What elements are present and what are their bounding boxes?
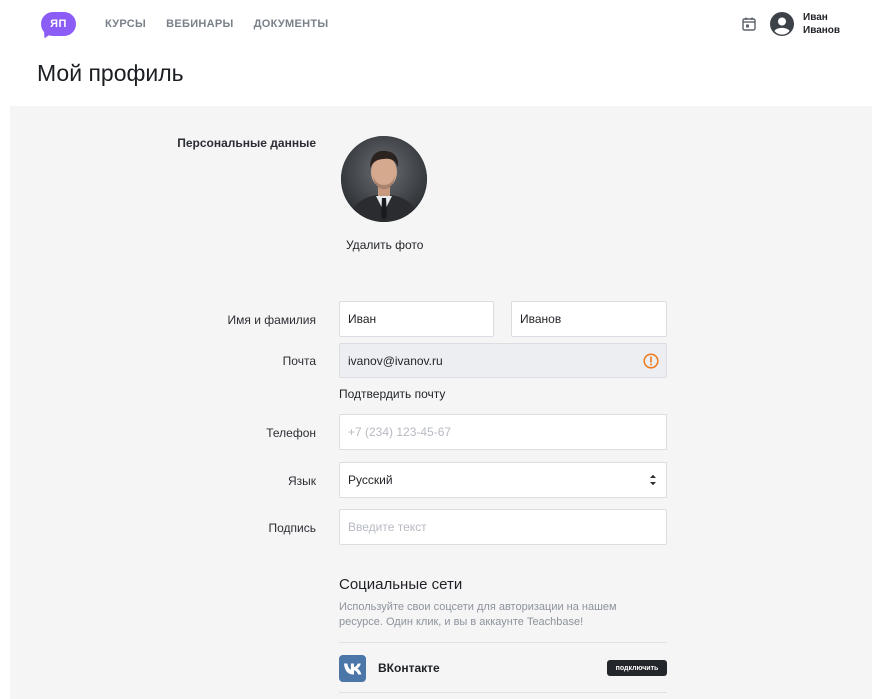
social-divider-top bbox=[339, 642, 667, 643]
signature-input[interactable] bbox=[339, 509, 667, 545]
social-divider-bottom bbox=[339, 692, 667, 693]
name-label: Имя и фамилия bbox=[227, 313, 316, 327]
vk-logo-icon bbox=[343, 663, 361, 674]
warning-icon bbox=[643, 353, 659, 369]
vk-label: ВКонтакте bbox=[378, 661, 440, 675]
first-name-input[interactable] bbox=[339, 301, 494, 337]
nav-item-documents[interactable]: ДОКУМЕНТЫ bbox=[254, 18, 329, 30]
delete-photo-link[interactable]: Удалить фото bbox=[346, 238, 423, 252]
profile-photo-image bbox=[341, 136, 427, 222]
personal-data-label: Персональные данные bbox=[177, 136, 316, 150]
profile-photo[interactable] bbox=[341, 136, 427, 222]
main-nav: КУРСЫ ВЕБИНАРЫ ДОКУМЕНТЫ bbox=[105, 18, 328, 30]
social-description: Используйте свои соцсети для авторизации… bbox=[339, 601, 617, 628]
user-name[interactable]: Иван Иванов bbox=[803, 11, 840, 37]
top-header: ЯП КУРСЫ ВЕБИНАРЫ ДОКУМЕНТЫ Иван Иванов bbox=[0, 0, 872, 50]
signature-label: Подпись bbox=[268, 521, 317, 535]
language-select[interactable]: Русский bbox=[339, 462, 667, 498]
last-name-input[interactable] bbox=[511, 301, 667, 337]
social-title: Социальные сети bbox=[339, 576, 463, 593]
language-select-value: Русский bbox=[339, 462, 667, 498]
email-label: Почта bbox=[282, 354, 316, 368]
select-arrows-icon bbox=[650, 474, 656, 486]
calendar-icon[interactable] bbox=[742, 17, 756, 31]
user-avatar-icon[interactable] bbox=[770, 12, 794, 36]
vk-icon bbox=[339, 655, 366, 682]
confirm-email-link[interactable]: Подтвердить почту bbox=[339, 387, 445, 401]
nav-item-webinars[interactable]: ВЕБИНАРЫ bbox=[166, 18, 234, 30]
language-label: Язык bbox=[287, 474, 316, 488]
app-logo[interactable]: ЯП bbox=[41, 12, 76, 36]
phone-label: Телефон bbox=[266, 426, 316, 440]
page-title: Мой профиль bbox=[37, 60, 184, 86]
phone-input[interactable] bbox=[339, 414, 667, 450]
nav-item-courses[interactable]: КУРСЫ bbox=[105, 18, 146, 30]
vk-connect-button[interactable]: подключить bbox=[607, 660, 667, 676]
user-first-name: Иван bbox=[803, 12, 828, 23]
email-input[interactable] bbox=[339, 343, 667, 378]
user-last-name: Иванов bbox=[803, 25, 841, 36]
